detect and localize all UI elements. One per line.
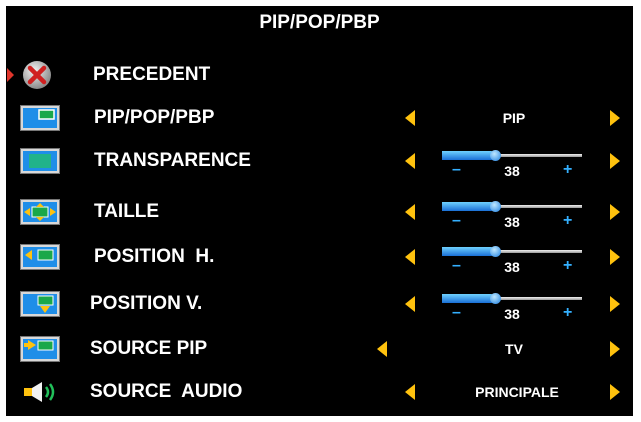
menu-item-taille[interactable]: TAILLE – 38 + xyxy=(6,189,633,235)
arrow-right-icon[interactable] xyxy=(610,249,620,265)
menu-item-source-pip[interactable]: SOURCE PIP TV xyxy=(6,326,633,372)
speaker-icon xyxy=(24,382,55,402)
arrow-left-icon[interactable] xyxy=(405,249,415,265)
selection-pointer-icon xyxy=(7,68,14,82)
slider-plus: + xyxy=(563,304,573,321)
arrow-right-icon[interactable] xyxy=(610,204,620,220)
menu-item-pip-pop-pbp[interactable]: PIP/POP/PBP PIP xyxy=(6,95,633,141)
menu-item-label: SOURCE PIP xyxy=(90,338,208,359)
vertical-position-slider[interactable]: – 38 + xyxy=(442,287,582,323)
slider-value: 38 xyxy=(504,214,520,230)
source-audio-value: PRINCIPALE xyxy=(475,384,559,400)
back-x-icon xyxy=(23,61,51,89)
transparency-slider[interactable]: – 38 + xyxy=(442,144,582,180)
arrow-left-icon[interactable] xyxy=(405,296,415,312)
menu-item-position-h[interactable]: POSITION H. – 38 + xyxy=(6,234,633,280)
menu-item-label: POSITION V. xyxy=(90,293,203,314)
pip-settings-menu: PIP/POP/PBP PRECEDENT PIP/POP/PBP PIP TR… xyxy=(6,6,633,416)
horizontal-position-slider[interactable]: – 38 + xyxy=(442,240,582,276)
arrow-left-icon[interactable] xyxy=(377,341,387,357)
arrow-right-icon[interactable] xyxy=(610,153,620,169)
slider-minus: – xyxy=(452,161,461,178)
menu-item-transparence[interactable]: TRANSPARENCE – 38 + xyxy=(6,138,633,184)
slider-value: 38 xyxy=(504,163,520,179)
pip-mode-value: PIP xyxy=(502,110,526,126)
menu-item-source-audio[interactable]: SOURCE AUDIO PRINCIPALE xyxy=(6,369,633,415)
pip-screen-icon xyxy=(20,105,60,131)
slider-plus: + xyxy=(563,161,573,178)
slider-knob[interactable] xyxy=(490,201,501,212)
menu-item-label: PRECEDENT xyxy=(93,64,211,85)
menu-item-label: TAILLE xyxy=(94,201,160,222)
source-pip-value: TV xyxy=(505,341,523,357)
vertical-position-icon xyxy=(20,291,60,317)
size-slider[interactable]: – 38 + xyxy=(442,195,582,231)
menu-item-position-v[interactable]: POSITION V. – 38 + xyxy=(6,281,633,327)
source-pip-icon xyxy=(20,336,60,362)
horizontal-position-icon xyxy=(20,244,60,270)
size-screen-icon xyxy=(20,199,60,225)
slider-minus: – xyxy=(452,212,461,229)
slider-plus: + xyxy=(563,257,573,274)
arrow-left-icon[interactable] xyxy=(405,384,415,400)
arrow-left-icon[interactable] xyxy=(405,153,415,169)
arrow-left-icon[interactable] xyxy=(405,204,415,220)
menu-item-label: PIP/POP/PBP xyxy=(94,107,215,128)
slider-minus: – xyxy=(452,304,461,321)
slider-knob[interactable] xyxy=(490,246,501,257)
arrow-right-icon[interactable] xyxy=(610,296,620,312)
arrow-right-icon[interactable] xyxy=(610,341,620,357)
slider-value: 38 xyxy=(504,259,520,275)
slider-minus: – xyxy=(452,257,461,274)
transparency-screen-icon xyxy=(20,148,60,174)
menu-item-label: POSITION H. xyxy=(94,246,215,267)
arrow-left-icon[interactable] xyxy=(405,110,415,126)
slider-knob[interactable] xyxy=(490,293,501,304)
arrow-right-icon[interactable] xyxy=(610,110,620,126)
slider-value: 38 xyxy=(504,306,520,322)
slider-plus: + xyxy=(563,212,573,229)
slider-knob[interactable] xyxy=(490,150,501,161)
menu-title: PIP/POP/PBP xyxy=(259,12,380,33)
menu-item-label: TRANSPARENCE xyxy=(94,150,251,171)
menu-item-precedent[interactable]: PRECEDENT xyxy=(6,52,633,98)
arrow-right-icon[interactable] xyxy=(610,384,620,400)
menu-item-label: SOURCE AUDIO xyxy=(90,381,243,402)
